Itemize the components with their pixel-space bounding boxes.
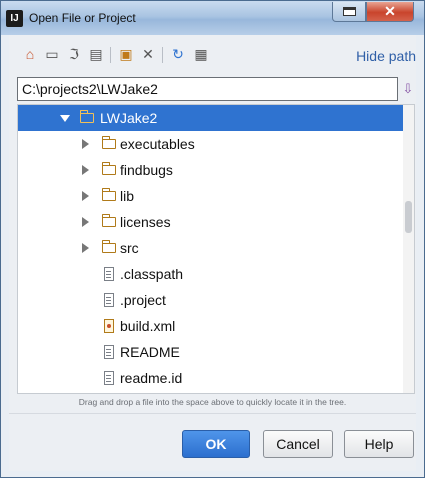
toolbar-separator — [162, 47, 163, 63]
window-title: Open File or Project — [29, 11, 136, 25]
tree-item-label: lib — [120, 188, 135, 204]
tree-file-row[interactable]: .classpath — [18, 261, 404, 287]
tree-file-row[interactable]: README — [18, 339, 404, 365]
tree-folder-row[interactable]: lib — [18, 183, 404, 209]
help-button[interactable]: Help — [344, 430, 414, 458]
new-folder-icon[interactable]: ▣ — [117, 45, 135, 63]
tree-item-label: src — [120, 240, 139, 256]
cancel-button[interactable]: Cancel — [263, 430, 333, 458]
title-bar[interactable]: IJ Open File or Project ✕ — [1, 1, 424, 35]
folder-icon — [79, 110, 94, 123]
ok-button[interactable]: OK — [182, 430, 250, 458]
chevron-right-icon[interactable] — [82, 139, 89, 149]
tree-file-row[interactable]: build.xml — [18, 313, 404, 339]
tree-item-label: build.xml — [120, 318, 176, 334]
toolbar-separator — [110, 47, 111, 63]
show-hidden-icon[interactable]: ▦ — [192, 45, 210, 63]
tree-folder-row[interactable]: executables — [18, 131, 404, 157]
desktop-icon[interactable]: ▭ — [43, 45, 61, 63]
tree-item-label: readme.id — [120, 370, 183, 386]
tree-file-row[interactable]: readme.id — [18, 365, 404, 391]
window-icon — [343, 7, 356, 16]
chevron-right-icon[interactable] — [82, 191, 89, 201]
text-file-icon — [104, 293, 114, 307]
tree-file-row[interactable]: .project — [18, 287, 404, 313]
close-button[interactable]: ✕ — [366, 2, 414, 22]
tree-folder-row[interactable]: src — [18, 235, 404, 261]
folder-icon — [101, 214, 116, 227]
minimize-button[interactable] — [332, 2, 366, 22]
dialog-body: ⌂ ▭ ℑ ▤ ▣ ✕ ↻ ▦ Hide path C:\projects2\L… — [9, 35, 416, 471]
folder-icon — [101, 240, 116, 253]
tree-item-label: .project — [120, 292, 166, 308]
chevron-right-icon[interactable] — [82, 243, 89, 253]
chevron-right-icon[interactable] — [82, 217, 89, 227]
hide-path-link[interactable]: Hide path — [356, 48, 416, 64]
path-input[interactable]: C:\projects2\LWJake2 — [17, 77, 398, 101]
file-tree[interactable]: LWJake2 executables findbugs lib license… — [17, 104, 415, 394]
divider — [9, 413, 416, 414]
ant-build-icon — [104, 319, 114, 333]
tree-item-label: executables — [120, 136, 195, 152]
folder-icon — [101, 188, 116, 201]
intellij-app-icon: IJ — [6, 10, 23, 27]
open-file-dialog: IJ Open File or Project ✕ ⌂ ▭ ℑ ▤ ▣ ✕ ↻ … — [0, 0, 425, 478]
chevron-right-icon[interactable] — [82, 165, 89, 175]
refresh-icon[interactable]: ↻ — [169, 45, 187, 63]
scrollbar-thumb[interactable] — [405, 201, 412, 233]
folder-icon — [101, 162, 116, 175]
tree-folder-row[interactable]: findbugs — [18, 157, 404, 183]
tree-item-label: .classpath — [120, 266, 184, 282]
tree-scrollbar[interactable] — [403, 105, 414, 393]
tree-item-label: findbugs — [120, 162, 173, 178]
tree-root-row[interactable]: LWJake2 — [18, 105, 404, 131]
toolbar: ⌂ ▭ ℑ ▤ ▣ ✕ ↻ ▦ Hide path — [9, 43, 416, 69]
history-icon[interactable]: ⇩ — [401, 80, 415, 98]
tree-item-label: LWJake2 — [100, 110, 158, 126]
home-icon[interactable]: ⌂ — [21, 45, 39, 63]
module-icon[interactable]: ▤ — [87, 45, 105, 63]
drag-drop-hint: Drag and drop a file into the space abov… — [78, 397, 347, 407]
text-file-icon — [104, 345, 114, 359]
tree-item-label: README — [120, 344, 180, 360]
text-file-icon — [104, 267, 114, 281]
delete-icon[interactable]: ✕ — [139, 45, 157, 63]
text-file-icon — [104, 371, 114, 385]
tree-folder-row[interactable]: licenses — [18, 209, 404, 235]
folder-icon — [101, 136, 116, 149]
project-icon[interactable]: ℑ — [65, 45, 83, 63]
tree-item-label: licenses — [120, 214, 171, 230]
chevron-down-icon[interactable] — [60, 115, 70, 122]
